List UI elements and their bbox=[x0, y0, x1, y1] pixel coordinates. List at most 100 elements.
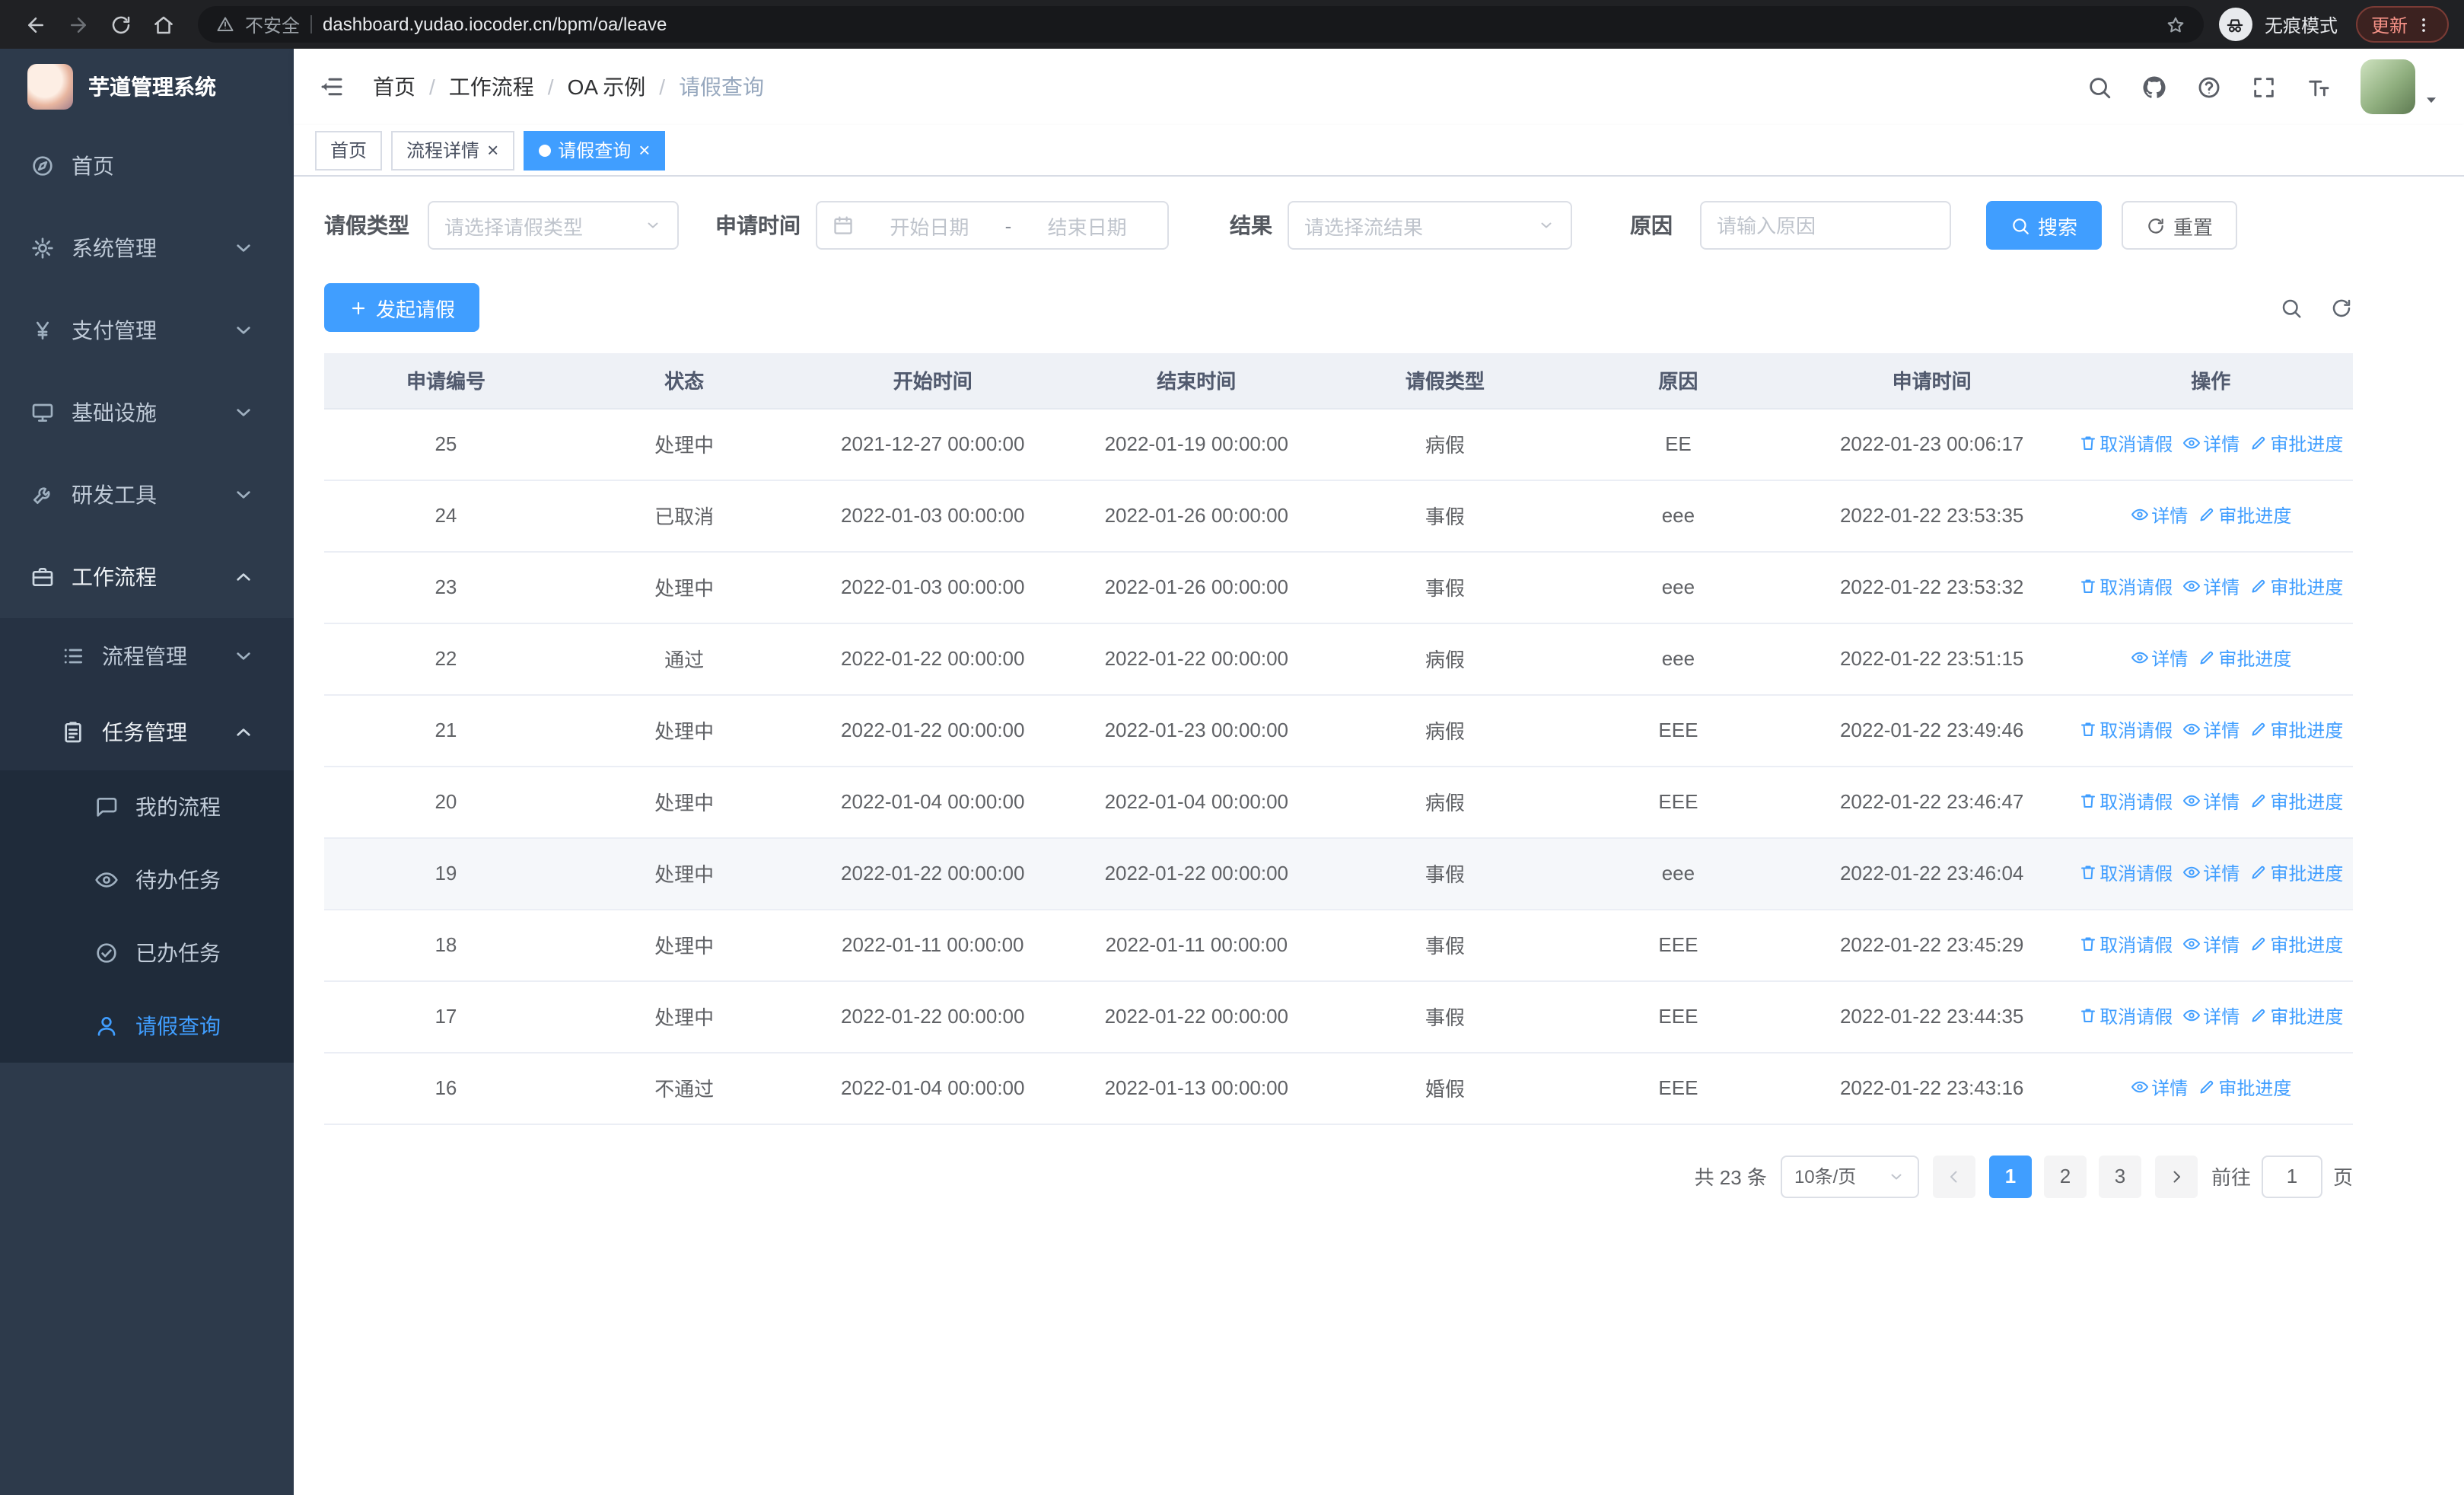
sidebar-item-process-management[interactable]: 流程管理 bbox=[0, 618, 294, 694]
action-approval-progress[interactable]: 审批进度 bbox=[2249, 431, 2343, 457]
user-menu[interactable] bbox=[2361, 59, 2440, 114]
create-leave-button[interactable]: 发起请假 bbox=[324, 283, 480, 332]
sidebar-item-my-process[interactable]: 我的流程 bbox=[0, 770, 294, 843]
start-date-placeholder: 开始日期 bbox=[890, 215, 969, 238]
bookmark-star-icon[interactable] bbox=[2166, 14, 2185, 34]
cell-actions: 详情 审批进度 bbox=[2068, 1052, 2353, 1124]
breadcrumb-item[interactable]: 工作流程 bbox=[449, 72, 534, 102]
action-approval-progress[interactable]: 审批进度 bbox=[2249, 860, 2343, 886]
trash-icon bbox=[2078, 792, 2096, 811]
table-row: 18 处理中 2022-01-11 00:00:00 2022-01-11 00:00… bbox=[324, 909, 2353, 981]
tab-leave-query[interactable]: 请假查询 × bbox=[523, 130, 666, 170]
apply-time-range-picker[interactable]: 开始日期 - 结束日期 bbox=[816, 201, 1169, 250]
breadcrumb-item[interactable]: OA 示例 bbox=[568, 72, 646, 102]
chevron-left-icon bbox=[1945, 1167, 1963, 1185]
cell-id: 21 bbox=[324, 694, 568, 767]
action-detail[interactable]: 详情 bbox=[2130, 645, 2188, 671]
action-approval-progress[interactable]: 审批进度 bbox=[2197, 645, 2291, 671]
action-approval-progress[interactable]: 审批进度 bbox=[2249, 1003, 2343, 1029]
column-header: 开始时间 bbox=[801, 353, 1065, 409]
breadcrumb-item[interactable]: 首页 bbox=[373, 72, 415, 102]
action-approval-progress[interactable]: 审批进度 bbox=[2197, 1075, 2291, 1101]
tab-close-icon[interactable]: × bbox=[487, 140, 498, 160]
header-search-icon[interactable] bbox=[2087, 74, 2112, 100]
sidebar-item-system-management[interactable]: 系统管理 bbox=[0, 207, 294, 289]
table-refresh-icon[interactable] bbox=[2330, 296, 2353, 319]
page-button-1[interactable]: 1 bbox=[1988, 1155, 2032, 1197]
action-cancel-leave[interactable]: 取消请假 bbox=[2078, 717, 2173, 743]
page-suffix-label: 页 bbox=[2332, 1166, 2353, 1189]
action-detail[interactable]: 详情 bbox=[2182, 717, 2240, 743]
search-button[interactable]: 搜索 bbox=[1986, 201, 2103, 250]
help-icon[interactable] bbox=[2196, 74, 2222, 100]
cell-end: 2022-01-22 00:00:00 bbox=[1065, 980, 1329, 1053]
address-bar[interactable]: 不安全 dashboard.yudao.iocoder.cn/bpm/oa/le… bbox=[198, 6, 2204, 43]
tab-close-icon[interactable]: × bbox=[638, 140, 650, 160]
action-cancel-leave[interactable]: 取消请假 bbox=[2078, 932, 2173, 958]
trash-icon bbox=[2078, 721, 2096, 739]
action-approval-progress[interactable]: 审批进度 bbox=[2249, 789, 2343, 814]
action-detail[interactable]: 详情 bbox=[2182, 1003, 2240, 1029]
action-detail[interactable]: 详情 bbox=[2182, 431, 2240, 457]
browser-forward-button[interactable] bbox=[58, 5, 97, 44]
action-label: 详情 bbox=[2203, 934, 2240, 956]
goto-page-input[interactable] bbox=[2261, 1155, 2322, 1197]
action-detail[interactable]: 详情 bbox=[2130, 1075, 2188, 1101]
prev-page-button[interactable] bbox=[1932, 1155, 1975, 1197]
action-cancel-leave[interactable]: 取消请假 bbox=[2078, 789, 2173, 814]
action-approval-progress[interactable]: 审批进度 bbox=[2249, 932, 2343, 958]
result-select[interactable]: 请选择流结果 bbox=[1288, 201, 1572, 250]
browser-refresh-button[interactable] bbox=[100, 5, 140, 44]
action-label: 审批进度 bbox=[2270, 1006, 2344, 1028]
tab-process-detail[interactable]: 流程详情 × bbox=[391, 130, 514, 170]
sidebar-item-workflow[interactable]: 工作流程 bbox=[0, 536, 294, 618]
toggle-search-icon[interactable] bbox=[2280, 296, 2303, 319]
tab-home[interactable]: 首页 bbox=[315, 130, 383, 170]
sidebar-item-done-tasks[interactable]: 已办任务 bbox=[0, 916, 294, 990]
action-approval-progress[interactable]: 审批进度 bbox=[2197, 502, 2291, 528]
column-header: 请假类型 bbox=[1328, 353, 1562, 409]
browser-menu-icon[interactable] bbox=[2414, 14, 2434, 34]
next-page-button[interactable] bbox=[2154, 1155, 2198, 1197]
browser-back-button[interactable] bbox=[15, 5, 55, 44]
cell-id: 19 bbox=[324, 837, 568, 910]
action-label: 详情 bbox=[2203, 791, 2240, 813]
sidebar-item-todo-tasks[interactable]: 待办任务 bbox=[0, 843, 294, 916]
sidebar-item-leave-query[interactable]: 请假查询 bbox=[0, 990, 294, 1063]
action-cancel-leave[interactable]: 取消请假 bbox=[2078, 860, 2173, 886]
action-approval-progress[interactable]: 审批进度 bbox=[2249, 717, 2343, 743]
tab-label: 流程详情 bbox=[406, 140, 480, 161]
sidebar-item-payment-management[interactable]: 支付管理 bbox=[0, 289, 294, 371]
page-button-2[interactable]: 2 bbox=[2043, 1155, 2087, 1197]
reason-input[interactable] bbox=[1700, 201, 1951, 250]
action-cancel-leave[interactable]: 取消请假 bbox=[2078, 431, 2173, 457]
fullscreen-icon[interactable] bbox=[2251, 74, 2277, 100]
browser-home-button[interactable] bbox=[143, 5, 183, 44]
sidebar-item-dev-tools[interactable]: 研发工具 bbox=[0, 454, 294, 536]
app-logo[interactable]: 芋道管理系统 bbox=[0, 49, 294, 125]
action-approval-progress[interactable]: 审批进度 bbox=[2249, 574, 2343, 600]
action-detail[interactable]: 详情 bbox=[2182, 860, 2240, 886]
action-detail[interactable]: 详情 bbox=[2130, 502, 2188, 528]
action-detail[interactable]: 详情 bbox=[2182, 574, 2240, 600]
column-header: 结束时间 bbox=[1065, 353, 1329, 409]
pen-icon bbox=[2197, 649, 2215, 668]
action-cancel-leave[interactable]: 取消请假 bbox=[2078, 574, 2173, 600]
eye-icon bbox=[2130, 506, 2148, 524]
sidebar-item-infrastructure[interactable]: 基础设施 bbox=[0, 371, 294, 454]
sidebar-item-task-management[interactable]: 任务管理 bbox=[0, 694, 294, 770]
not-secure-label[interactable]: 不安全 bbox=[245, 11, 300, 37]
collapse-sidebar-icon[interactable] bbox=[318, 73, 345, 100]
action-cancel-leave[interactable]: 取消请假 bbox=[2078, 1003, 2173, 1029]
action-detail[interactable]: 详情 bbox=[2182, 932, 2240, 958]
reset-button[interactable]: 重置 bbox=[2122, 201, 2238, 250]
cell-actions: 取消请假 详情 审批进度 bbox=[2068, 766, 2353, 838]
browser-update-button[interactable]: 更新 bbox=[2355, 6, 2449, 43]
github-icon[interactable] bbox=[2141, 74, 2167, 100]
sidebar-item-home[interactable]: 首页 bbox=[0, 125, 294, 207]
page-size-select[interactable]: 10条/页 bbox=[1780, 1155, 1919, 1197]
page-button-3[interactable]: 3 bbox=[2098, 1155, 2141, 1197]
leave-type-select[interactable]: 请选择请假类型 bbox=[428, 201, 679, 250]
font-size-icon[interactable] bbox=[2306, 74, 2332, 100]
action-detail[interactable]: 详情 bbox=[2182, 789, 2240, 814]
